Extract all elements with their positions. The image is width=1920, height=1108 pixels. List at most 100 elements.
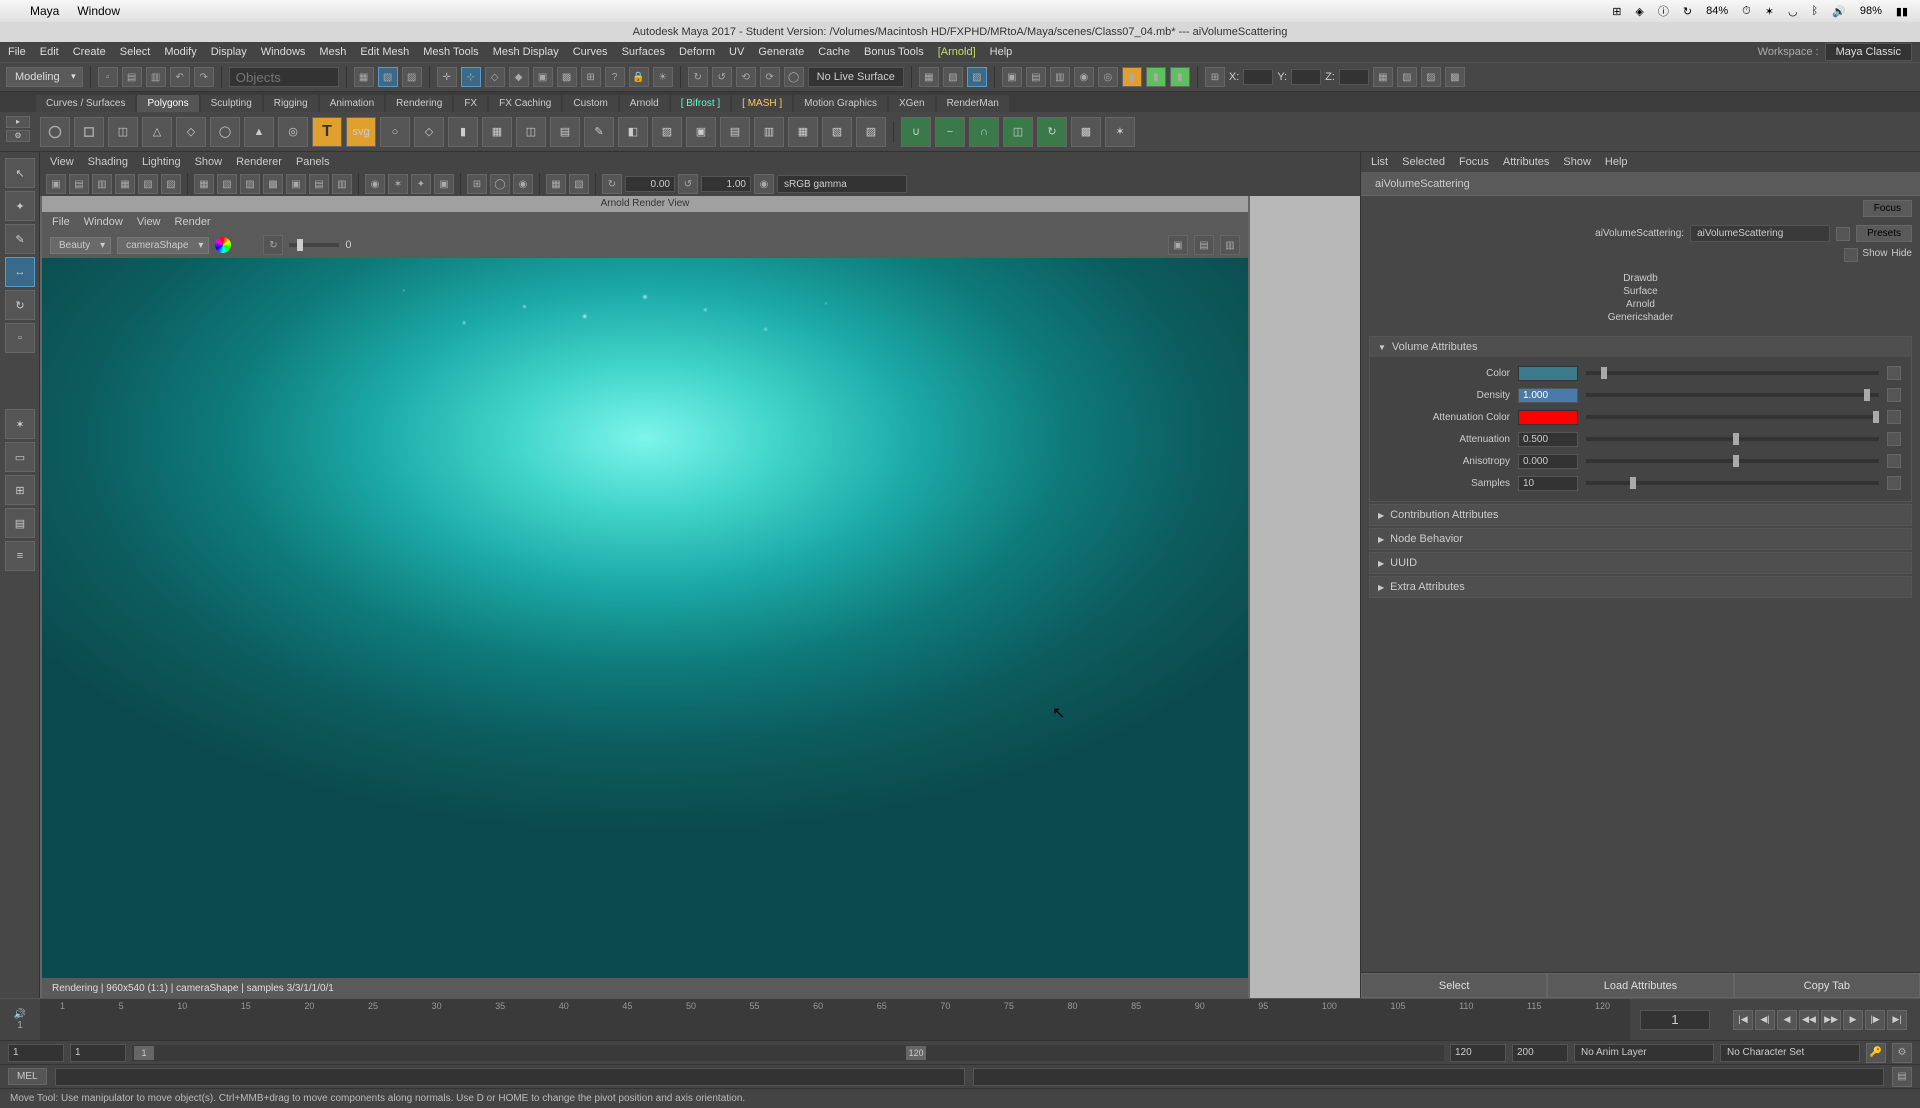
anisotropy-slider[interactable]	[1586, 459, 1879, 463]
xray-joints-icon[interactable]: ✦	[411, 174, 431, 194]
snap-view-icon[interactable]: ▣	[533, 67, 553, 87]
mac-app-name[interactable]: Maya	[30, 4, 59, 18]
lights-icon[interactable]: ▩	[263, 174, 283, 194]
selection-search[interactable]	[229, 67, 339, 87]
grid-icon[interactable]: ⊞	[467, 174, 487, 194]
poly-cube-icon[interactable]	[74, 117, 104, 147]
shelf-tab-mash[interactable]: [ MASH ]	[732, 95, 792, 112]
ae-show[interactable]: Show	[1563, 156, 1591, 168]
shelf-tab-fxcaching[interactable]: FX Caching	[489, 95, 561, 112]
menu-curves[interactable]: Curves	[573, 46, 608, 58]
gamma-toggle-icon[interactable]: ↺	[678, 174, 698, 194]
combine-icon[interactable]: ◫	[516, 117, 546, 147]
ae-node-tab[interactable]: aiVolumeScattering	[1361, 172, 1920, 196]
shelf-tab-xgen[interactable]: XGen	[889, 95, 935, 112]
section-header-uuid[interactable]: ▶UUID	[1370, 553, 1911, 573]
live-surface-label[interactable]: No Live Surface	[808, 67, 904, 87]
bridge-icon[interactable]: ▤	[720, 117, 750, 147]
script-editor-icon[interactable]: ▤	[1892, 1067, 1912, 1087]
rv-file[interactable]: File	[52, 216, 70, 228]
bevel-icon[interactable]: ▥	[754, 117, 784, 147]
attenuation-color-slider[interactable]	[1586, 415, 1879, 419]
menu-cache[interactable]: Cache	[818, 46, 850, 58]
menu-modify[interactable]: Modify	[164, 46, 196, 58]
playback-start-field[interactable]	[70, 1044, 126, 1062]
sym-icon[interactable]: ⟳	[760, 67, 780, 87]
snap-center-icon[interactable]: ▩	[557, 67, 577, 87]
save-scene-icon[interactable]: ▥	[146, 67, 166, 87]
attr-editor-icon[interactable]: ▧	[1397, 67, 1417, 87]
focus-button[interactable]: Focus	[1863, 200, 1912, 217]
cmd-language-label[interactable]: MEL	[8, 1068, 47, 1085]
menu-select[interactable]: Select	[120, 46, 151, 58]
select-by-object-icon[interactable]: ▨	[402, 67, 422, 87]
ipr-icon[interactable]: ▤	[1026, 67, 1046, 87]
construction-history-icon[interactable]: ▦	[919, 67, 939, 87]
command-input[interactable]	[55, 1068, 966, 1086]
open-scene-icon[interactable]: ▤	[122, 67, 142, 87]
step-forward-key-icon[interactable]: |▶	[1865, 1010, 1885, 1030]
select-mode-icon[interactable]: ▦	[354, 67, 374, 87]
go-start-icon[interactable]: |◀	[1733, 1010, 1753, 1030]
sym-icon[interactable]: ↺	[712, 67, 732, 87]
bool-icon[interactable]: ↻	[1037, 117, 1067, 147]
poly-cone-icon[interactable]: △	[142, 117, 172, 147]
view-transform-dropdown[interactable]: sRGB gamma	[777, 175, 907, 193]
shelf-tab-curves[interactable]: Curves / Surfaces	[36, 95, 135, 112]
help-icon[interactable]: ?	[605, 67, 625, 87]
layout-single-icon[interactable]: ▭	[5, 442, 35, 472]
xray-icon[interactable]: ✶	[388, 174, 408, 194]
panel-layout-icon[interactable]: ▮	[1170, 67, 1190, 87]
panel-lighting[interactable]: Lighting	[142, 156, 181, 168]
snap-grid-icon[interactable]: ✛	[437, 67, 457, 87]
playback-end-field[interactable]	[1450, 1044, 1506, 1062]
node-lock-icon[interactable]	[1836, 227, 1850, 241]
shadows-icon[interactable]: ▣	[286, 174, 306, 194]
viewport-gray[interactable]	[1250, 196, 1360, 998]
render-icon[interactable]: ▨	[967, 67, 987, 87]
textured-icon[interactable]: ▨	[240, 174, 260, 194]
bookmark-icon[interactable]: ▤	[69, 174, 89, 194]
samples-slider[interactable]	[1586, 481, 1879, 485]
range-handle[interactable]: 1	[134, 1046, 154, 1060]
copy-tab-button[interactable]: Copy Tab	[1734, 973, 1920, 998]
mirror-icon[interactable]: ◧	[618, 117, 648, 147]
undo-icon[interactable]: ↶	[170, 67, 190, 87]
shelf-tab-sculpting[interactable]: Sculpting	[201, 95, 262, 112]
lasso-tool-icon[interactable]: ✦	[5, 191, 35, 221]
poly-plane-icon[interactable]: ◇	[176, 117, 206, 147]
move-tool-icon[interactable]: ↔	[5, 257, 35, 287]
poly-svg-icon[interactable]: svg	[346, 117, 376, 147]
step-back-key-icon[interactable]: ◀|	[1755, 1010, 1775, 1030]
panel-renderer[interactable]: Renderer	[236, 156, 282, 168]
panel-panels[interactable]: Panels	[296, 156, 330, 168]
color-swatch[interactable]	[1518, 366, 1578, 381]
redo-icon[interactable]: ↷	[194, 67, 214, 87]
attenuation-field[interactable]	[1518, 432, 1578, 447]
play-forward-icon[interactable]: ▶▶	[1821, 1010, 1841, 1030]
poly-pyramid-icon[interactable]: ▲	[244, 117, 274, 147]
camera-dropdown[interactable]: cameraShape	[117, 237, 209, 254]
view-transform-icon[interactable]: ◉	[754, 174, 774, 194]
map-button-icon[interactable]	[1887, 388, 1901, 402]
lock-icon[interactable]: 🔒	[629, 67, 649, 87]
ipr-icon[interactable]: ▤	[1194, 235, 1214, 255]
section-header-extra[interactable]: ▶Extra Attributes	[1370, 577, 1911, 597]
menu-help[interactable]: Help	[990, 46, 1013, 58]
gate-mask-icon[interactable]: ▨	[161, 174, 181, 194]
load-attributes-button[interactable]: Load Attributes	[1547, 973, 1733, 998]
panel-view[interactable]: View	[50, 156, 74, 168]
new-scene-icon[interactable]: ▫	[98, 67, 118, 87]
sculpt-icon[interactable]: ✶	[1105, 117, 1135, 147]
section-header-contribution[interactable]: ▶Contribution Attributes	[1370, 505, 1911, 525]
menu-display[interactable]: Display	[211, 46, 247, 58]
ae-help[interactable]: Help	[1605, 156, 1628, 168]
shelf-tab-mograph[interactable]: Motion Graphics	[794, 95, 887, 112]
shelf-tab-polygons[interactable]: Polygons	[137, 95, 198, 112]
channel-box-icon[interactable]: ▩	[1445, 67, 1465, 87]
render-settings-icon[interactable]: ▥	[1050, 67, 1070, 87]
render-setup-icon[interactable]: ◎	[1098, 67, 1118, 87]
scale-tool-icon[interactable]: ▫	[5, 323, 35, 353]
menu-surfaces[interactable]: Surfaces	[622, 46, 665, 58]
outliner-icon[interactable]: ≡	[5, 541, 35, 571]
